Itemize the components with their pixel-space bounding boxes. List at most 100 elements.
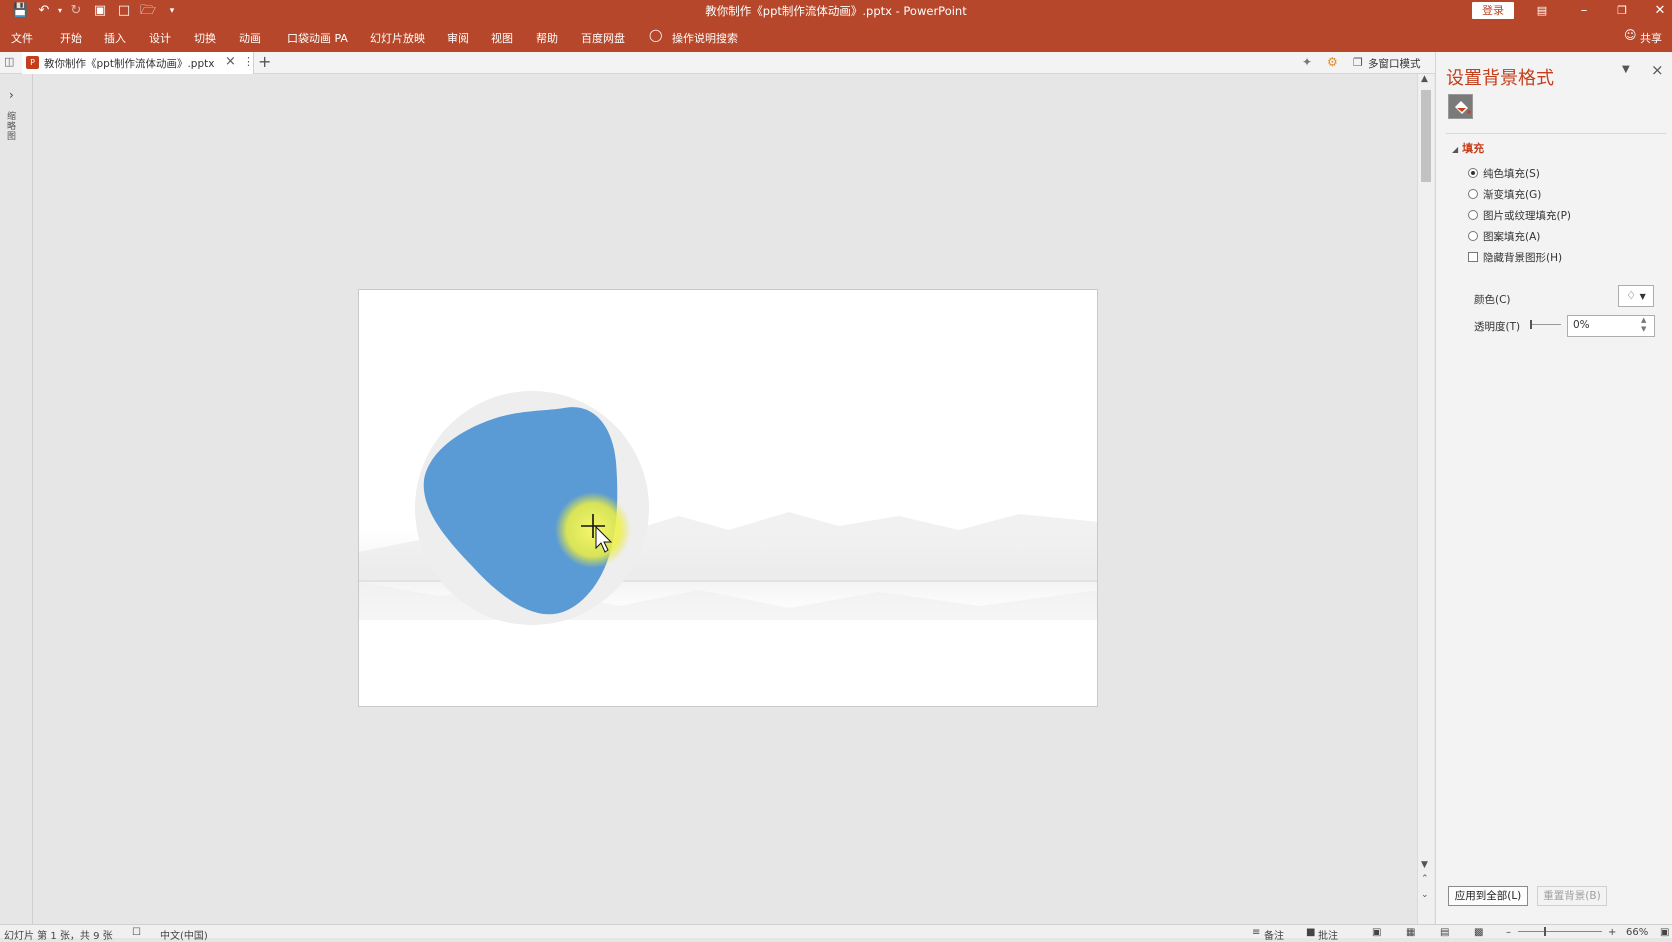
scrollbar-thumb[interactable] — [1421, 90, 1431, 182]
pattern-fill-option[interactable]: 图案填充(A) — [1468, 229, 1540, 244]
fill-section-header[interactable]: ◢ 填充 — [1452, 140, 1484, 156]
tab-baidu-netdisk[interactable]: 百度网盘 — [581, 30, 625, 46]
close-icon[interactable]: ✕ — [1650, 2, 1670, 20]
tab-help[interactable]: 帮助 — [536, 30, 558, 46]
hide-background-option[interactable]: 隐藏背景图形(H) — [1468, 250, 1562, 265]
hide-background-label: 隐藏背景图形(H) — [1483, 252, 1563, 264]
apply-to-all-button[interactable]: 应用到全部(L) — [1448, 886, 1528, 906]
transparency-slider-knob[interactable] — [1530, 320, 1532, 329]
pattern-fill-radio[interactable] — [1468, 231, 1478, 241]
transparency-spinner[interactable]: ▲ ▼ — [1641, 316, 1646, 334]
multi-window-icon: ❐ — [1353, 56, 1363, 69]
scroll-up-icon[interactable]: ▲ — [1421, 74, 1428, 84]
document-tab-strip: ◫ P 教你制作《ppt制作流体动画》.pptx × ⋮ + ✦ ⚙ ❐ 多窗口… — [0, 52, 1435, 74]
slideshow-view-icon[interactable]: ▩ — [1474, 927, 1483, 938]
normal-view-icon[interactable]: ▣ — [1372, 927, 1381, 938]
tab-review[interactable]: 审阅 — [447, 30, 469, 46]
gradient-fill-label: 渐变填充(G) — [1483, 189, 1542, 201]
paint-bucket-icon: ♢ — [1626, 289, 1637, 302]
zoom-level[interactable]: 66% — [1626, 927, 1648, 938]
picture-fill-option[interactable]: 图片或纹理填充(P) — [1468, 208, 1571, 223]
multi-window-button[interactable]: 多窗口模式 — [1368, 56, 1421, 71]
fill-bucket-glyph — [1455, 101, 1471, 114]
color-label: 颜色(C) — [1474, 294, 1511, 306]
pane-title: 设置背景格式 — [1446, 68, 1554, 89]
fill-bucket-icon[interactable] — [1448, 94, 1473, 119]
tool-icon[interactable]: ✦ — [1302, 55, 1312, 69]
tab-file[interactable]: 文件 — [11, 30, 33, 46]
restore-icon[interactable]: ❐ — [1612, 2, 1632, 20]
transparency-label: 透明度(T) — [1474, 321, 1521, 333]
zoom-slider[interactable] — [1518, 931, 1602, 932]
reading-view-icon[interactable]: ▤ — [1440, 927, 1449, 938]
picture-fill-radio[interactable] — [1468, 210, 1478, 220]
ribbon-display-icon[interactable]: ▤ — [1532, 2, 1552, 20]
pane-separator — [1446, 133, 1666, 134]
slide-sorter-icon[interactable]: ▦ — [1406, 927, 1415, 938]
lightbulb-icon: ◯ — [649, 28, 663, 42]
format-background-pane: 设置背景格式 ▼ × ◢ 填充 纯色填充(S) 渐变填充(G) 图片或纹理填充(P… — [1435, 52, 1672, 924]
document-tab-label: 教你制作《ppt制作流体动画》.pptx — [44, 58, 215, 70]
document-tab[interactable]: P 教你制作《ppt制作流体动画》.pptx × ⋮ — [22, 52, 254, 74]
close-tab-icon[interactable]: × — [225, 54, 236, 69]
tab-animations[interactable]: 动画 — [239, 30, 261, 46]
new-tab-icon[interactable]: + — [258, 52, 271, 71]
zoom-slider-knob[interactable] — [1544, 927, 1546, 936]
vertical-scrollbar[interactable]: ▲ ▼ ⌃ ⌄ — [1417, 74, 1434, 924]
pane-close-icon[interactable]: × — [1651, 61, 1664, 79]
color-picker-button[interactable]: ♢ ▼ — [1618, 285, 1654, 307]
tab-view[interactable]: 视图 — [491, 30, 513, 46]
language-indicator[interactable]: 中文(中国) — [160, 927, 208, 942]
solid-fill-label: 纯色填充(S) — [1483, 168, 1540, 180]
tab-list-icon[interactable]: ◫ — [4, 55, 14, 68]
tab-more-icon[interactable]: ⋮ — [243, 55, 254, 68]
tab-slideshow[interactable]: 幻灯片放映 — [370, 30, 425, 46]
settings-gear-icon[interactable]: ⚙ — [1327, 55, 1338, 69]
fill-section-label: 填充 — [1462, 142, 1485, 155]
pane-options-icon[interactable]: ▼ — [1622, 64, 1630, 75]
tab-pocket-animation[interactable]: 口袋动画 PA — [287, 30, 348, 46]
hide-background-checkbox[interactable] — [1468, 252, 1478, 262]
spellcheck-icon[interactable]: ☐ — [132, 927, 141, 938]
slide-graphics — [359, 391, 1097, 625]
pattern-fill-label: 图案填充(A) — [1483, 231, 1541, 243]
transparency-slider[interactable] — [1530, 320, 1561, 329]
thumbnail-pane-collapsed: › 缩略图 — [0, 74, 33, 924]
picture-fill-label: 图片或纹理填充(P) — [1483, 210, 1572, 222]
comments-icon: ■ — [1306, 927, 1316, 938]
previous-slide-icon[interactable]: ⌃ — [1421, 874, 1429, 884]
fit-slide-icon[interactable]: ▣ — [1660, 927, 1669, 938]
powerpoint-file-icon: P — [26, 56, 39, 69]
solid-fill-option[interactable]: 纯色填充(S) — [1468, 166, 1540, 181]
ribbon-tabs: 文件 开始 插入 设计 切换 动画 口袋动画 PA 幻灯片放映 审阅 视图 帮助… — [0, 22, 1672, 52]
gradient-fill-option[interactable]: 渐变填充(G) — [1468, 187, 1541, 202]
slide-counter: 幻灯片 第 1 张，共 9 张 — [4, 931, 113, 942]
tab-insert[interactable]: 插入 — [104, 30, 126, 46]
reset-background-button[interactable]: 重置背景(B) — [1537, 886, 1607, 906]
title-bar: 💾 ↶ ▾ ↻ ▣ □ 🗁 ▾ 教你制作《ppt制作流体动画》.pptx - P… — [0, 0, 1672, 22]
solid-fill-radio[interactable] — [1468, 168, 1478, 178]
tab-home[interactable]: 开始 — [60, 30, 82, 46]
notes-button[interactable]: 备注 — [1264, 927, 1284, 942]
tab-transitions[interactable]: 切换 — [194, 30, 216, 46]
zoom-out-icon[interactable]: – — [1506, 927, 1511, 938]
scroll-down-icon[interactable]: ▼ — [1421, 860, 1428, 870]
share-button[interactable]: 共享 — [1640, 30, 1662, 46]
zoom-in-icon[interactable]: + — [1608, 927, 1616, 938]
notes-icon: ≡ — [1252, 927, 1261, 938]
gradient-fill-radio[interactable] — [1468, 189, 1478, 199]
tell-me-search[interactable]: 操作说明搜索 — [672, 30, 738, 46]
expand-thumbnails-icon[interactable]: › — [9, 88, 14, 102]
status-bar: 幻灯片 第 1 张，共 9 张 ☐ 中文(中国) ≡ 备注 ■ 批注 ▣ ▦ ▤… — [0, 924, 1672, 942]
minimize-icon[interactable]: – — [1574, 2, 1594, 20]
color-dropdown-icon: ▼ — [1639, 292, 1646, 301]
slide-canvas[interactable] — [358, 289, 1098, 707]
login-button[interactable]: 登录 — [1472, 2, 1514, 19]
person-icon: ☺ — [1624, 28, 1637, 42]
thumbnail-pane-label[interactable]: 缩略图 — [7, 112, 19, 142]
window-title: 教你制作《ppt制作流体动画》.pptx - PowerPoint — [705, 4, 967, 18]
tab-design[interactable]: 设计 — [149, 30, 171, 46]
comments-button[interactable]: 批注 — [1318, 927, 1338, 942]
next-slide-icon[interactable]: ⌄ — [1421, 890, 1429, 900]
collapse-icon: ◢ — [1452, 145, 1459, 154]
